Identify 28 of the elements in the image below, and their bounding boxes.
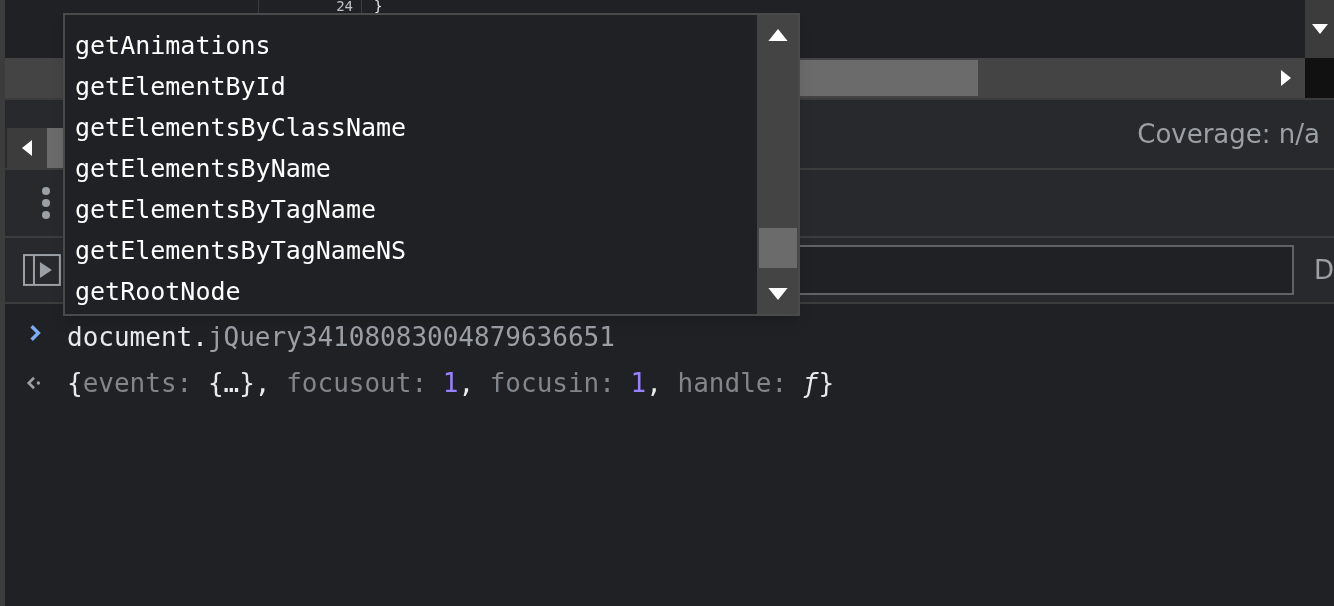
vertical-scrollbar[interactable] xyxy=(1305,0,1334,58)
suggestion-item[interactable]: getElementById xyxy=(73,66,757,107)
scroll-left-icon[interactable] xyxy=(22,140,32,156)
scrollbar-thumb[interactable] xyxy=(800,60,978,96)
scrollbar-corner xyxy=(1305,58,1334,98)
line-number: 24 xyxy=(336,0,353,12)
scrollbar-thumb[interactable] xyxy=(47,128,63,168)
scroll-right-icon[interactable] xyxy=(1281,70,1291,86)
suggestion-item[interactable]: getElementsByClassName xyxy=(73,107,757,148)
filter-label: D xyxy=(1313,253,1334,287)
scroll-up-icon[interactable] xyxy=(767,29,788,41)
scrollbar-thumb[interactable] xyxy=(758,228,797,268)
popup-scrollbar[interactable] xyxy=(757,15,798,314)
result-arrow-icon xyxy=(25,376,43,390)
suggestion-item[interactable]: getRootNode xyxy=(73,271,757,312)
scroll-down-icon[interactable] xyxy=(1311,24,1328,34)
suggestion-item[interactable]: getElementsByTagNameNS xyxy=(73,230,757,271)
prompt-chevron-icon xyxy=(29,324,41,342)
scroll-left-button[interactable] xyxy=(7,128,47,168)
scroll-down-icon[interactable] xyxy=(767,288,788,300)
console-command: document.jQuery34108083004879636651 xyxy=(67,320,615,354)
coverage-label: Coverage: n/a xyxy=(1137,117,1321,151)
suggestion-item[interactable]: getElementsByName xyxy=(73,148,757,189)
more-options-icon[interactable] xyxy=(41,186,51,220)
suggestion-item[interactable]: getAnimations xyxy=(73,25,757,66)
sidebar-toggle-icon[interactable] xyxy=(23,254,61,286)
code-line: } xyxy=(374,0,383,12)
result-preview: {events: {…}, focusout: 1, focusin: 1, handle: ƒ} xyxy=(67,366,835,400)
